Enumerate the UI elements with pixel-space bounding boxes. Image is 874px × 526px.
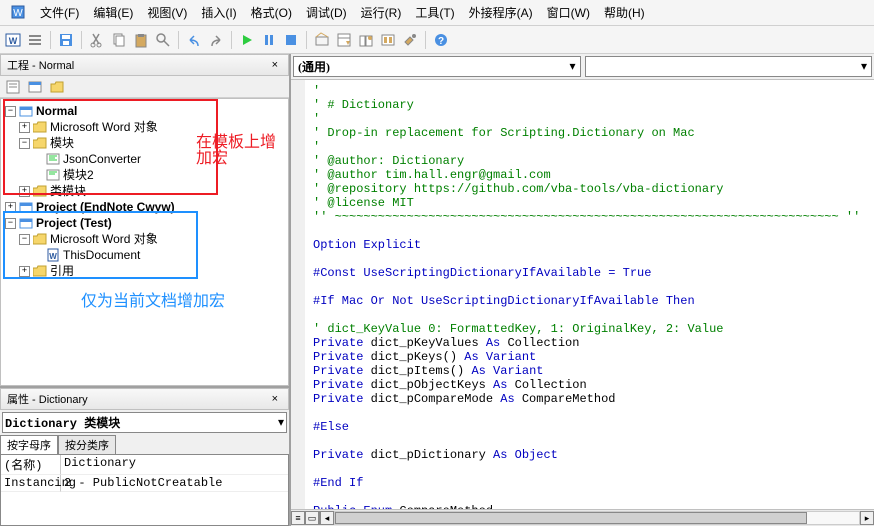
tree-item-test-word[interactable]: −Microsoft Word 对象 — [5, 231, 284, 247]
tree-item-normal[interactable]: −Normal — [5, 103, 284, 119]
menu-addins[interactable]: 外接程序(A) — [463, 2, 539, 23]
tree-item-thisdocument[interactable]: WThisDocument — [5, 247, 284, 263]
chevron-down-icon: ▾ — [278, 415, 284, 430]
menu-edit[interactable]: 编辑(E) — [87, 2, 139, 23]
run-icon[interactable] — [238, 31, 256, 49]
menu-dropdown-icon[interactable] — [26, 31, 44, 49]
close-icon[interactable]: × — [268, 393, 282, 405]
save-icon[interactable] — [57, 31, 75, 49]
folder-icon[interactable] — [48, 78, 66, 96]
tree-item-classmodules[interactable]: +类模块 — [5, 183, 284, 199]
redo-icon[interactable] — [207, 31, 225, 49]
prop-row-name[interactable]: (名称) Dictionary — [1, 455, 288, 475]
annotation-blue-text: 仅为当前文档增加宏 — [81, 294, 225, 310]
properties-grid[interactable]: (名称) Dictionary Instancing 2 - PublicNot… — [0, 454, 289, 526]
svg-text:?: ? — [438, 36, 444, 47]
properties-tabs: 按字母序 按分类序 — [0, 435, 289, 454]
separator — [50, 31, 51, 49]
help-icon[interactable]: ? — [432, 31, 450, 49]
object-dropdown[interactable]: (通用)▾ — [293, 56, 581, 77]
svg-text:W: W — [13, 8, 23, 19]
stop-icon[interactable] — [282, 31, 300, 49]
view-code-icon[interactable] — [4, 78, 22, 96]
cut-icon[interactable] — [88, 31, 106, 49]
scroll-thumb[interactable] — [335, 512, 807, 524]
menu-debug[interactable]: 调试(D) — [300, 2, 353, 23]
object-combo[interactable]: Dictionary 类模块▾ — [2, 412, 287, 433]
properties-icon[interactable] — [335, 31, 353, 49]
procedure-dropdown[interactable]: ▾ — [585, 56, 873, 77]
code-editor[interactable]: ' ' # Dictionary ' ' Drop-in replacement… — [291, 80, 874, 509]
tree-item-word-objects[interactable]: +Microsoft Word 对象 — [5, 119, 284, 135]
properties-panel: 属性 - Dictionary × Dictionary 类模块▾ 按字母序 按… — [0, 386, 289, 526]
separator — [231, 31, 232, 49]
properties-panel-title: 属性 - Dictionary × — [0, 388, 289, 410]
paste-icon[interactable] — [132, 31, 150, 49]
prop-key: Instancing — [1, 475, 61, 492]
find-icon[interactable] — [154, 31, 172, 49]
project-toolbar — [0, 76, 289, 98]
project-tree[interactable]: 在模板上增加宏 仅为当前文档增加宏 −Normal +Microsoft Wor… — [0, 98, 289, 386]
chevron-down-icon: ▾ — [861, 59, 867, 74]
svg-text:W: W — [49, 252, 57, 261]
menu-insert[interactable]: 插入(I) — [195, 2, 242, 23]
project-explorer-icon[interactable] — [357, 31, 375, 49]
main-area: 工程 - Normal × 在模板上增加宏 仅为当前文档增加宏 −Normal … — [0, 54, 874, 526]
code-panel: (通用)▾ ▾ ' ' # Dictionary ' ' Drop-in rep… — [291, 54, 874, 526]
separator — [425, 31, 426, 49]
tree-item-test[interactable]: −Project (Test) — [5, 215, 284, 231]
tree-item-endnote[interactable]: +Project (EndNote Cwyw) — [5, 199, 284, 215]
tree-item-module2[interactable]: 模块2 — [5, 167, 284, 183]
menu-file[interactable]: 文件(F) — [34, 2, 85, 23]
code-dropdowns: (通用)▾ ▾ — [291, 54, 874, 80]
menu-format[interactable]: 格式(O) — [245, 2, 298, 23]
menu-run[interactable]: 运行(R) — [355, 2, 408, 23]
scroll-left-icon[interactable]: ◂ — [320, 511, 334, 525]
undo-icon[interactable] — [185, 31, 203, 49]
separator — [81, 31, 82, 49]
design-icon[interactable] — [313, 31, 331, 49]
scroll-track[interactable] — [334, 511, 860, 525]
menu-tools[interactable]: 工具(T) — [409, 2, 460, 23]
prop-key: (名称) — [1, 455, 61, 475]
project-panel-title: 工程 - Normal × — [0, 54, 289, 76]
prop-value[interactable]: 2 - PublicNotCreatable — [61, 475, 288, 492]
menu-bar: W 文件(F) 编辑(E) 视图(V) 插入(I) 格式(O) 调试(D) 运行… — [0, 0, 874, 26]
menu-view[interactable]: 视图(V) — [141, 2, 193, 23]
separator — [178, 31, 179, 49]
project-panel-label: 工程 - Normal — [7, 57, 74, 73]
copy-icon[interactable] — [110, 31, 128, 49]
tab-alphabetic[interactable]: 按字母序 — [0, 435, 58, 454]
toolbar: W ? — [0, 26, 874, 54]
menu-help[interactable]: 帮助(H) — [598, 2, 651, 23]
svg-text:W: W — [9, 36, 18, 46]
prop-row-instancing[interactable]: Instancing 2 - PublicNotCreatable — [1, 475, 288, 492]
word-icon[interactable]: W — [4, 31, 22, 49]
properties-combo-wrap: Dictionary 类模块▾ — [0, 410, 289, 435]
toolbox-icon[interactable] — [401, 31, 419, 49]
separator — [306, 31, 307, 49]
close-icon[interactable]: × — [268, 59, 282, 71]
menu-window[interactable]: 窗口(W) — [541, 2, 596, 23]
horizontal-scrollbar[interactable]: ≡ ▭ ◂ ▸ — [291, 509, 874, 526]
scroll-right-icon[interactable]: ▸ — [860, 511, 874, 525]
properties-panel-label: 属性 - Dictionary — [7, 391, 88, 407]
annotation-red-text: 在模板上增加宏 — [196, 135, 288, 167]
pause-icon[interactable] — [260, 31, 278, 49]
prop-value[interactable]: Dictionary — [61, 455, 288, 475]
chevron-down-icon: ▾ — [569, 59, 575, 74]
tree-item-refs[interactable]: +引用 — [5, 263, 284, 279]
full-view-icon[interactable]: ▭ — [305, 511, 319, 525]
left-panel: 工程 - Normal × 在模板上增加宏 仅为当前文档增加宏 −Normal … — [0, 54, 291, 526]
view-object-icon[interactable] — [26, 78, 44, 96]
app-icon: W — [4, 2, 32, 23]
tab-categorized[interactable]: 按分类序 — [58, 435, 116, 454]
object-browser-icon[interactable] — [379, 31, 397, 49]
procedure-view-icon[interactable]: ≡ — [291, 511, 305, 525]
